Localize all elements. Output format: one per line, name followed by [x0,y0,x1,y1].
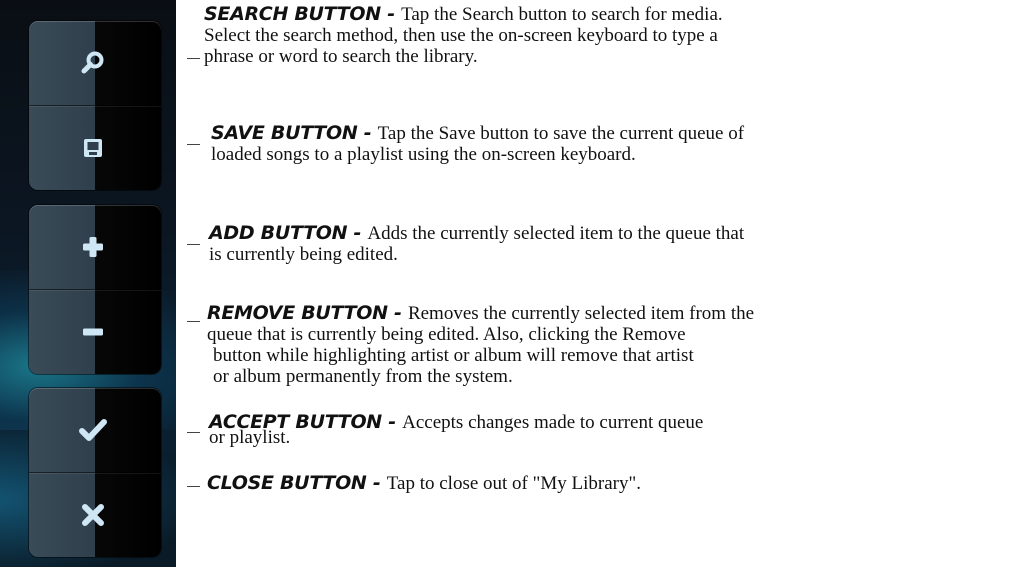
remove-callout-line: queue that is currently being edited. Al… [207,324,686,345]
save-button[interactable] [29,105,161,190]
save-callout: SAVE BUTTON - Tap the Save button to sav… [211,122,745,166]
accept-leader-line [187,432,200,433]
add-remove-group [29,205,161,374]
close-callout-title: CLOSE BUTTON - [207,472,387,494]
button-rail [0,0,176,567]
save-callout-text: Tap the Save button to save the current … [377,123,745,144]
search-leader-line [187,58,200,59]
x-icon [79,501,107,529]
close-button[interactable] [29,472,161,557]
minus-icon [79,318,107,346]
remove-callout-line: or album permanently from the system. [213,366,513,387]
add-button[interactable] [29,205,161,289]
remove-button[interactable] [29,289,161,374]
magnifier-icon [79,49,107,77]
search-save-group [29,21,161,190]
accept-button[interactable] [29,388,161,472]
search-callout: SEARCH BUTTON - Tap the Search button to… [204,3,723,68]
save-callout-title: SAVE BUTTON - [211,122,378,144]
search-button[interactable] [29,21,161,105]
close-callout-text: Tap to close out of "My Library". [386,473,642,494]
save-callout-line: loaded songs to a playlist using the on-… [211,144,636,165]
remove-callout: REMOVE BUTTON - Removes the currently se… [207,302,755,388]
search-callout-title: SEARCH BUTTON - [204,3,402,25]
remove-leader-line [187,321,200,322]
add-callout-line: is currently being edited. [209,244,398,265]
accept-callout: ACCEPT BUTTON - Accepts changes made to … [209,412,704,449]
search-callout-line: phrase or word to search the library. [204,46,478,67]
accept-callout-text: Accepts changes made to current queue [402,412,704,433]
save-disk-icon [79,134,107,162]
remove-callout-text: Removes the currently selected item from… [407,303,755,324]
add-leader-line [187,244,200,245]
plus-icon [79,233,107,261]
remove-callout-title: REMOVE BUTTON - [207,302,408,324]
search-callout-text: Tap the Search button to search for medi… [401,4,723,25]
add-callout-title: ADD BUTTON - [209,222,368,244]
accept-close-group [29,388,161,557]
remove-callout-line: button while highlighting artist or albu… [213,345,694,366]
close-leader-line [187,486,200,487]
save-leader-line [187,144,200,145]
add-callout-text: Adds the currently selected item to the … [367,223,745,244]
close-callout: CLOSE BUTTON - Tap to close out of "My L… [207,472,642,495]
search-callout-line: Select the search method, then use the o… [204,25,718,46]
checkmark-icon [79,416,107,444]
add-callout: ADD BUTTON - Adds the currently selected… [209,222,745,266]
